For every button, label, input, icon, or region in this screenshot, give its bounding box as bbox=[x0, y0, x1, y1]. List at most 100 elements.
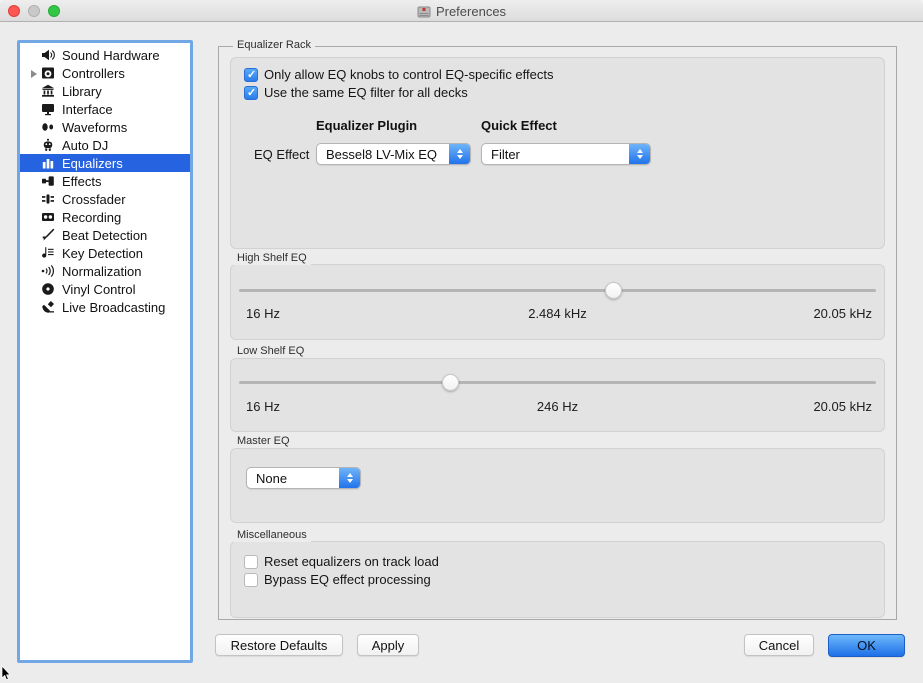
reset-eq-checkbox-label: Reset equalizers on track load bbox=[264, 554, 439, 569]
sidebar-item-vinyl-control[interactable]: Vinyl Control bbox=[20, 280, 190, 298]
same-filter-checkbox[interactable] bbox=[244, 86, 258, 100]
cassette-icon bbox=[40, 210, 55, 224]
sidebar-item-label: Auto DJ bbox=[62, 138, 108, 153]
cancel-button[interactable]: Cancel bbox=[744, 634, 814, 656]
checkbox-row-same-filter[interactable]: Use the same EQ filter for all decks bbox=[244, 85, 468, 100]
group-title-miscellaneous: Miscellaneous bbox=[233, 529, 311, 542]
disclosure-spacer bbox=[29, 302, 40, 313]
master-eq-dropdown[interactable]: None bbox=[246, 467, 361, 489]
eq-effect-row-label: EQ Effect bbox=[254, 147, 309, 162]
ok-button[interactable]: OK bbox=[828, 634, 905, 657]
sidebar-item-label: Controllers bbox=[62, 66, 125, 81]
sidebar-item-label: Sound Hardware bbox=[62, 48, 160, 63]
sidebar-item-normalization[interactable]: Normalization bbox=[20, 262, 190, 280]
preferences-window: Preferences Sound Hardware Controllers Lib… bbox=[0, 0, 923, 683]
group-miscellaneous: Reset equalizers on track load Bypass EQ… bbox=[230, 541, 885, 618]
sidebar-item-label: Vinyl Control bbox=[62, 282, 135, 297]
master-eq-dropdown-value: None bbox=[247, 471, 339, 486]
group-equalizer-rack: Only allow EQ knobs to control EQ-specif… bbox=[230, 57, 885, 249]
same-filter-checkbox-label: Use the same EQ filter for all decks bbox=[264, 85, 468, 100]
preferences-category-list[interactable]: Sound Hardware Controllers Library Interfac… bbox=[17, 40, 193, 663]
group-high-shelf: 16 Hz 2.484 kHz 20.05 kHz bbox=[230, 264, 885, 340]
vinyl-icon bbox=[40, 282, 55, 296]
checkbox-row-eq-knobs[interactable]: Only allow EQ knobs to control EQ-specif… bbox=[244, 67, 554, 82]
sidebar-item-recording[interactable]: Recording bbox=[20, 208, 190, 226]
crossfader-icon bbox=[40, 192, 55, 206]
group-title-equalizer-rack: Equalizer Rack bbox=[233, 39, 315, 52]
disclosure-spacer bbox=[29, 140, 40, 151]
bypass-eq-checkbox[interactable] bbox=[244, 573, 258, 587]
equalizer-bars-icon bbox=[40, 156, 55, 170]
checkbox-row-reset-eq[interactable]: Reset equalizers on track load bbox=[244, 554, 439, 569]
sidebar-item-effects[interactable]: Effects bbox=[20, 172, 190, 190]
speaker-icon bbox=[40, 48, 55, 62]
group-title-high-shelf: High Shelf EQ bbox=[233, 252, 311, 265]
disclosure-spacer bbox=[29, 266, 40, 277]
apply-button[interactable]: Apply bbox=[357, 634, 419, 656]
restore-defaults-button[interactable]: Restore Defaults bbox=[215, 634, 343, 656]
sidebar-item-interface[interactable]: Interface bbox=[20, 100, 190, 118]
disclosure-triangle-icon[interactable] bbox=[29, 68, 40, 79]
eq-knobs-checkbox[interactable] bbox=[244, 68, 258, 82]
sidebar-item-label: Waveforms bbox=[62, 120, 127, 135]
sidebar-item-beat-detection[interactable]: Beat Detection bbox=[20, 226, 190, 244]
eq-knobs-checkbox-label: Only allow EQ knobs to control EQ-specif… bbox=[264, 67, 554, 82]
checkbox-row-bypass-eq[interactable]: Bypass EQ effect processing bbox=[244, 572, 431, 587]
loudness-waves-icon bbox=[40, 264, 55, 278]
sidebar-item-label: Beat Detection bbox=[62, 228, 147, 243]
sidebar-item-controllers[interactable]: Controllers bbox=[20, 64, 190, 82]
high-shelf-slider[interactable] bbox=[239, 282, 876, 299]
column-header-quick-effect: Quick Effect bbox=[481, 118, 557, 133]
quick-effect-dropdown-value: Filter bbox=[482, 147, 629, 162]
preferences-window-icon bbox=[417, 5, 431, 18]
sidebar-item-library[interactable]: Library bbox=[20, 82, 190, 100]
waveform-icon bbox=[40, 120, 55, 134]
disclosure-spacer bbox=[29, 230, 40, 241]
effects-icon bbox=[40, 174, 55, 188]
sidebar-item-live-broadcasting[interactable]: Live Broadcasting bbox=[20, 298, 190, 316]
disclosure-spacer bbox=[29, 158, 40, 169]
sidebar-item-label: Library bbox=[62, 84, 102, 99]
mouse-cursor bbox=[1, 666, 12, 683]
bypass-eq-checkbox-label: Bypass EQ effect processing bbox=[264, 572, 431, 587]
high-shelf-slider-track[interactable] bbox=[239, 289, 876, 292]
group-master-eq: None bbox=[230, 448, 885, 523]
sidebar-item-label: Key Detection bbox=[62, 246, 143, 261]
sidebar-item-label: Interface bbox=[62, 102, 113, 117]
library-icon bbox=[40, 84, 55, 98]
sidebar-item-waveforms[interactable]: Waveforms bbox=[20, 118, 190, 136]
quick-effect-dropdown[interactable]: Filter bbox=[481, 143, 651, 165]
sidebar-item-crossfader[interactable]: Crossfader bbox=[20, 190, 190, 208]
dropdown-arrows-icon bbox=[339, 468, 360, 488]
group-title-low-shelf: Low Shelf EQ bbox=[233, 345, 308, 358]
high-shelf-slider-handle[interactable] bbox=[605, 282, 622, 299]
equalizer-plugin-dropdown[interactable]: Bessel8 LV-Mix EQ bbox=[316, 143, 471, 165]
low-shelf-max-label: 20.05 kHz bbox=[813, 399, 872, 414]
group-title-master-eq: Master EQ bbox=[233, 435, 294, 448]
low-shelf-slider[interactable] bbox=[239, 374, 876, 391]
sidebar-item-label: Crossfader bbox=[62, 192, 126, 207]
low-shelf-slider-track[interactable] bbox=[239, 381, 876, 384]
sidebar-item-equalizers[interactable]: Equalizers bbox=[20, 154, 190, 172]
dropdown-arrows-icon bbox=[629, 144, 650, 164]
sidebar-item-key-detection[interactable]: Key Detection bbox=[20, 244, 190, 262]
sidebar-item-label: Recording bbox=[62, 210, 121, 225]
sidebar-item-label: Normalization bbox=[62, 264, 141, 279]
music-key-icon bbox=[40, 246, 55, 260]
sidebar-item-auto-dj[interactable]: Auto DJ bbox=[20, 136, 190, 154]
sidebar-item-label: Effects bbox=[62, 174, 102, 189]
window-title: Preferences bbox=[436, 4, 506, 19]
sidebar-item-label: Live Broadcasting bbox=[62, 300, 165, 315]
disclosure-spacer bbox=[29, 212, 40, 223]
low-shelf-slider-handle[interactable] bbox=[442, 374, 459, 391]
reset-eq-checkbox[interactable] bbox=[244, 555, 258, 569]
group-low-shelf: 16 Hz 246 Hz 20.05 kHz bbox=[230, 358, 885, 432]
column-header-equalizer-plugin: Equalizer Plugin bbox=[316, 118, 417, 133]
disclosure-spacer bbox=[29, 86, 40, 97]
equalizer-plugin-dropdown-value: Bessel8 LV-Mix EQ bbox=[317, 147, 449, 162]
high-shelf-value-label: 2.484 kHz bbox=[231, 306, 884, 321]
sidebar-item-label: Equalizers bbox=[62, 156, 123, 171]
beat-icon bbox=[40, 228, 55, 242]
titlebar[interactable]: Preferences bbox=[0, 0, 923, 22]
sidebar-item-sound-hardware[interactable]: Sound Hardware bbox=[20, 46, 190, 64]
